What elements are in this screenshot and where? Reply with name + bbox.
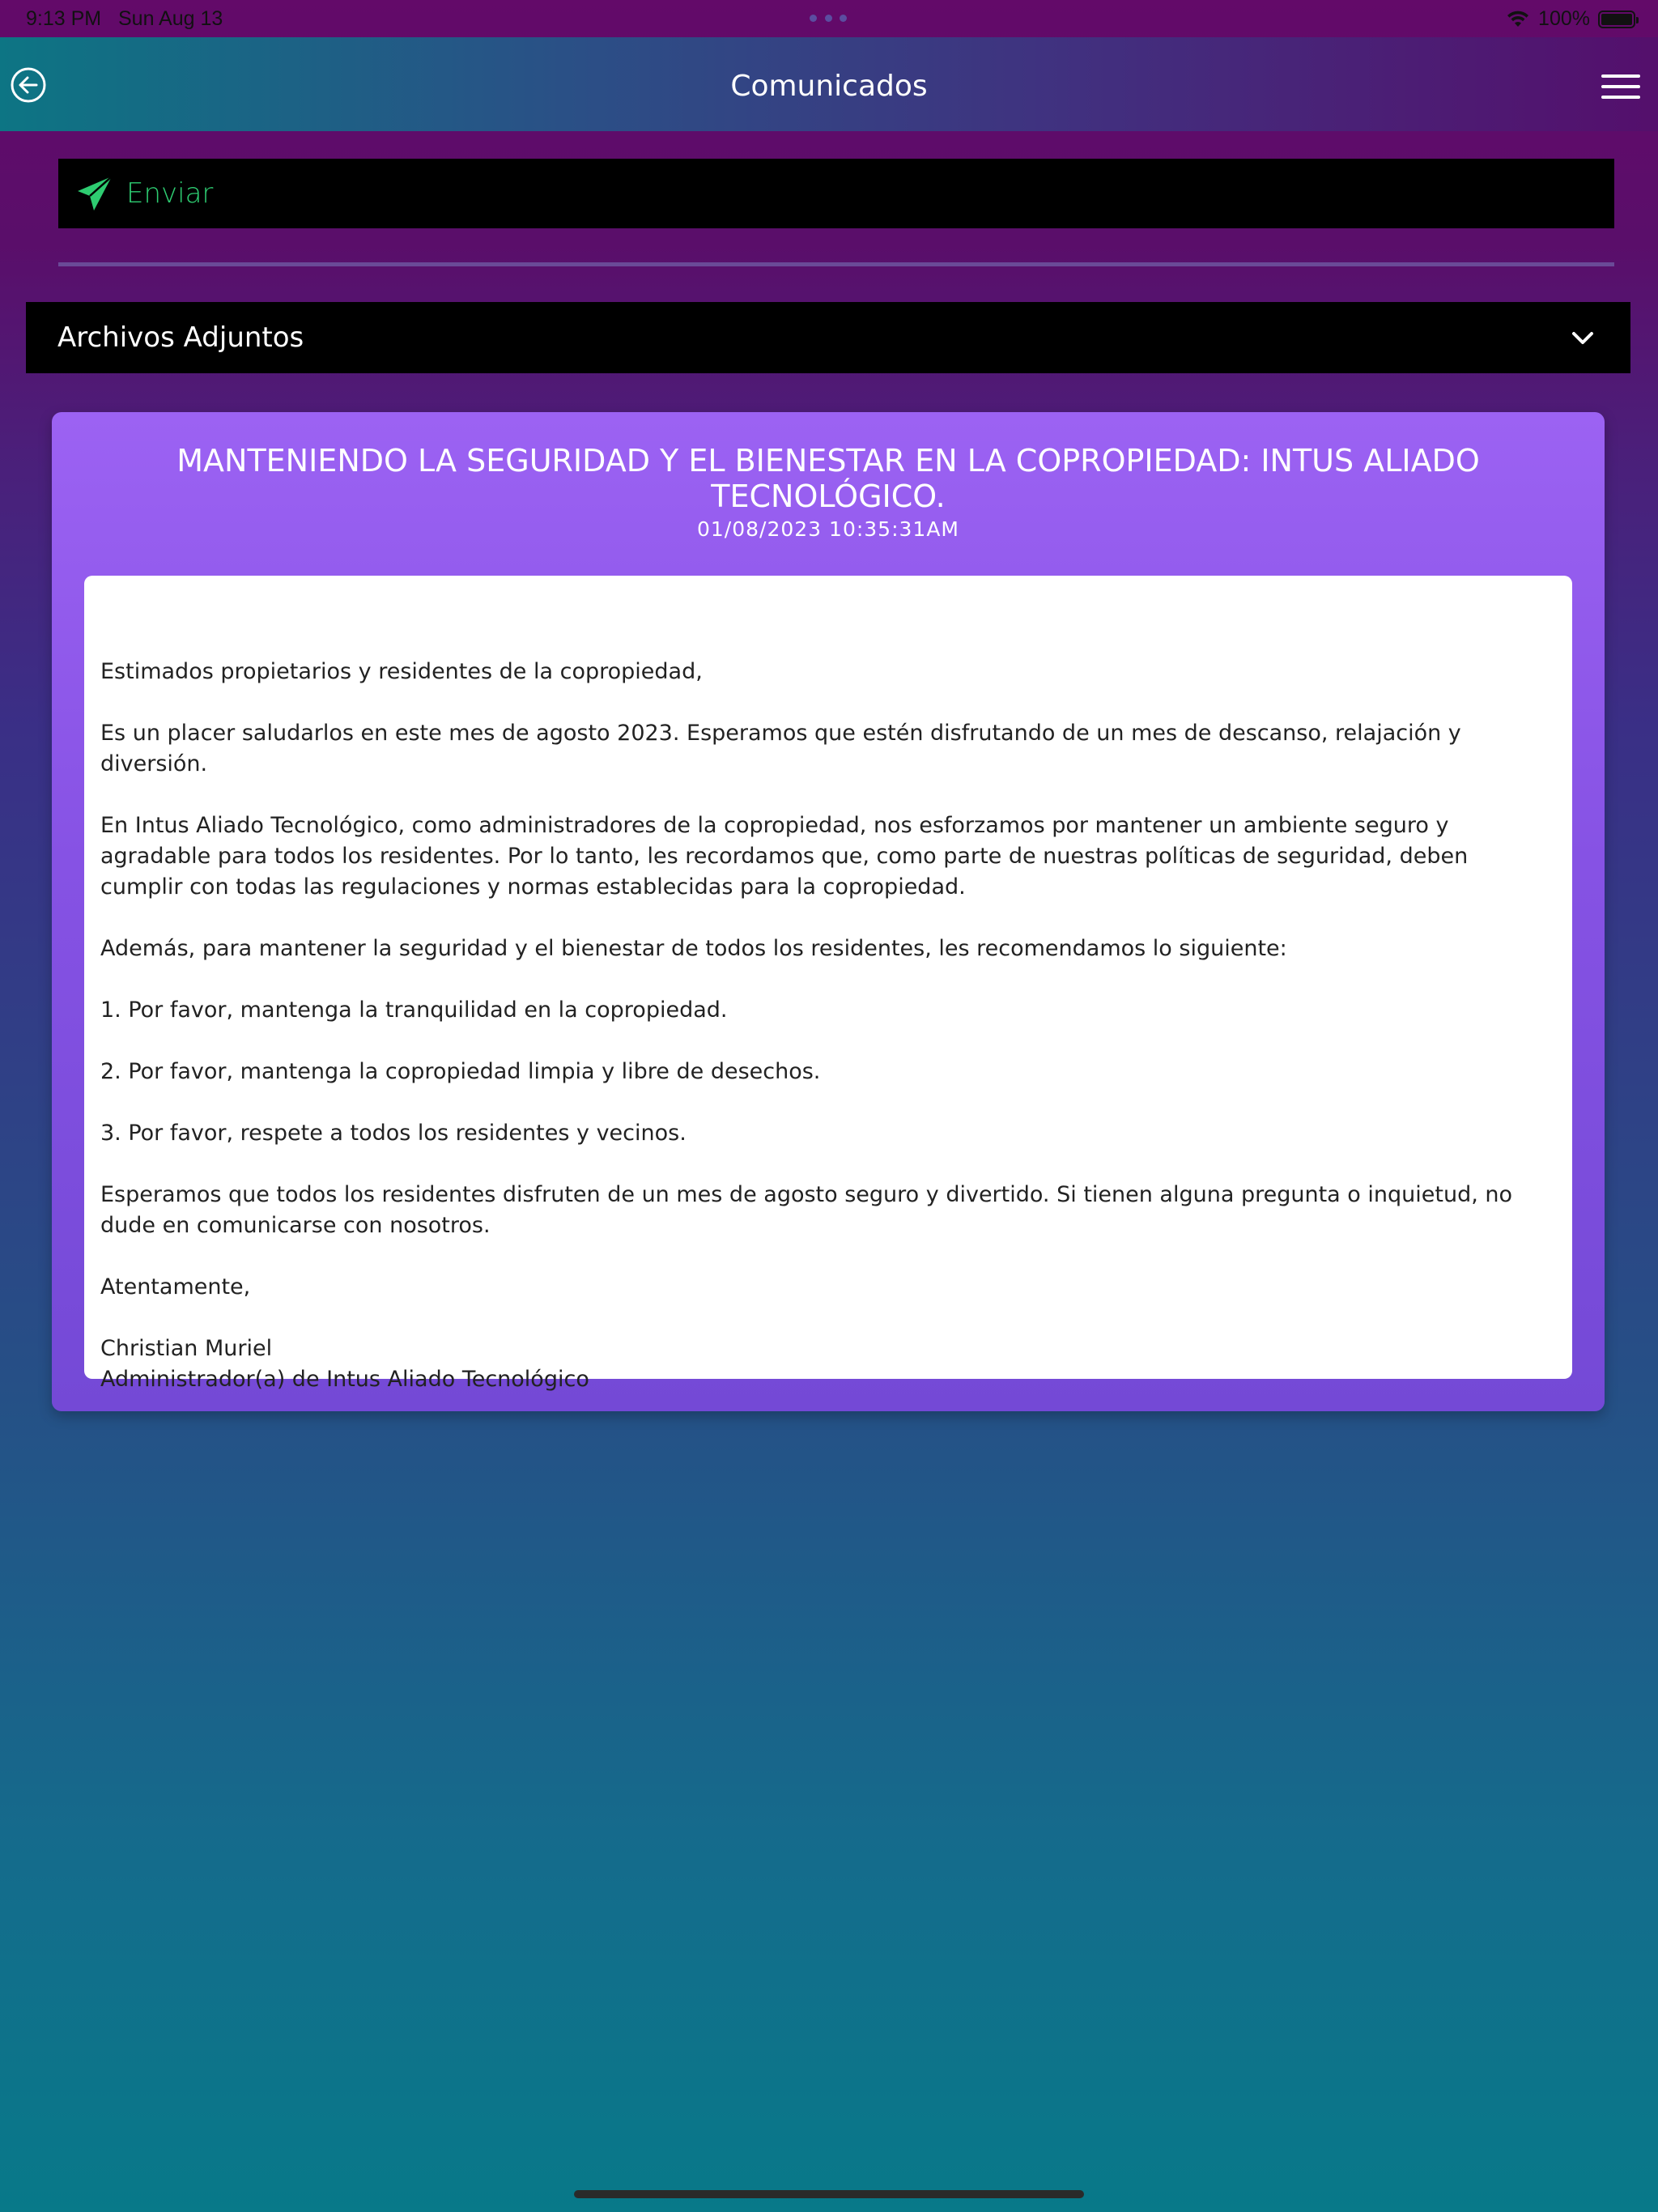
message-paragraph: Además, para mantener la seguridad y el … [100, 936, 1287, 961]
battery-percent: 100% [1538, 7, 1590, 30]
message-title: MANTENIENDO LA SEGURIDAD Y EL BIENESTAR … [176, 443, 1480, 514]
app-header: Comunicados [0, 37, 1658, 131]
signature-name: Christian Muriel [100, 1336, 273, 1361]
signature-role: Administrador(a) de Intus Aliado Tecnoló… [100, 1367, 589, 1392]
send-label: Enviar [126, 177, 214, 210]
message-paragraph: Atentamente, [100, 1274, 251, 1300]
status-bar: 9:13 PM Sun Aug 13 100% [0, 0, 1658, 37]
status-date: Sun Aug 13 [118, 7, 223, 30]
message-paragraph: 1. Por favor, mantenga la tranquilidad e… [100, 998, 728, 1023]
status-time: 9:13 PM [26, 7, 102, 30]
message-paragraph: Estimados propietarios y residentes de l… [100, 659, 703, 684]
divider [58, 262, 1614, 266]
paper-plane-icon [78, 176, 113, 211]
status-right: 100% [1506, 7, 1639, 31]
battery-icon [1598, 10, 1639, 28]
send-button[interactable]: Enviar [58, 159, 1614, 228]
wifi-icon [1506, 11, 1530, 28]
attachments-label: Archivos Adjuntos [57, 321, 304, 354]
message-card: MANTENIENDO LA SEGURIDAD Y EL BIENESTAR … [52, 412, 1605, 1411]
message-date: 01/08/2023 10:35:31AM [697, 517, 959, 541]
message-paragraph: En Intus Aliado Tecnológico, como admini… [100, 813, 1469, 900]
message-paragraph: 3. Por favor, respete a todos los reside… [100, 1121, 687, 1146]
message-paragraph: Es un placer saludarlos en este mes de a… [100, 721, 1461, 776]
message-paragraph: Esperamos que todos los residentes disfr… [100, 1182, 1513, 1238]
hamburger-menu-icon [1601, 74, 1640, 99]
page-title: Comunicados [730, 70, 928, 103]
message-paragraph: 2. Por favor, mantenga la copropiedad li… [100, 1059, 821, 1084]
attachments-accordion[interactable]: Archivos Adjuntos [26, 302, 1630, 373]
home-indicator[interactable] [574, 2190, 1084, 2198]
chevron-down-icon [1572, 332, 1593, 344]
menu-button[interactable] [1601, 73, 1640, 100]
message-body: Estimados propietarios y residentes de l… [84, 576, 1572, 1392]
multitasking-dots-icon[interactable] [810, 15, 847, 23]
